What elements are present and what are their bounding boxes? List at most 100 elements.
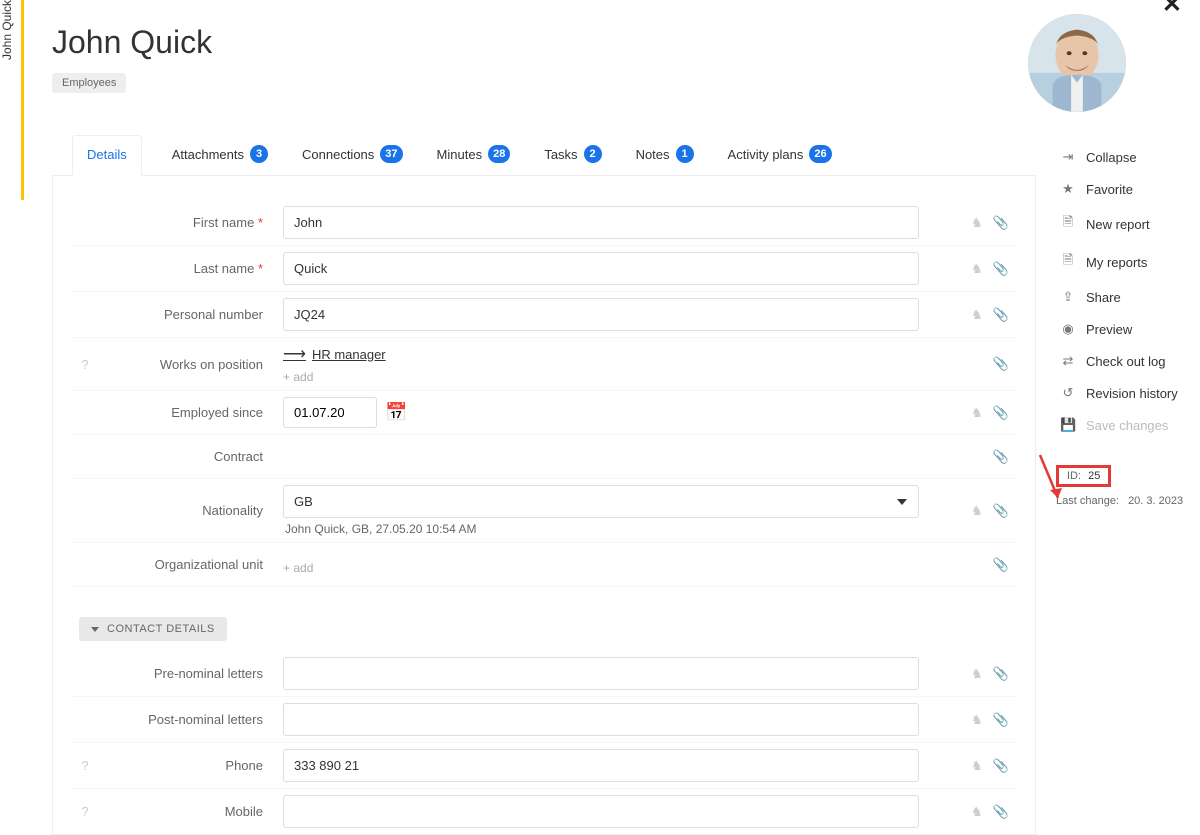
tab-badge: 2 bbox=[584, 145, 602, 163]
section-label: CONTACT DETAILS bbox=[107, 623, 215, 635]
section-contact-details[interactable]: CONTACT DETAILS bbox=[79, 617, 227, 641]
help-icon[interactable]: ? bbox=[73, 804, 97, 819]
tab-details[interactable]: Details bbox=[72, 135, 142, 176]
horse-icon[interactable]: ♞ bbox=[969, 307, 985, 323]
pre-nominal-input[interactable] bbox=[283, 657, 919, 690]
help-icon[interactable]: ? bbox=[73, 357, 97, 372]
details-form: First name * ♞ 📎 Last name * ♞ 📎 bbox=[52, 176, 1036, 835]
horse-icon[interactable]: ♞ bbox=[969, 405, 985, 421]
attachment-icon[interactable]: 📎 bbox=[993, 503, 1009, 519]
sidebar-favorite[interactable]: ★Favorite bbox=[1056, 173, 1196, 205]
sidebar-label: Collapse bbox=[1086, 150, 1137, 165]
tab-label: Details bbox=[87, 147, 127, 162]
tab-activity-plans[interactable]: Activity plans26 bbox=[724, 135, 836, 175]
eye-icon: ◉ bbox=[1060, 321, 1076, 337]
position-link[interactable]: ⟶HR manager bbox=[283, 344, 959, 364]
add-position-link[interactable]: + add bbox=[283, 370, 959, 384]
row-post-nominal: Post-nominal letters ♞ 📎 bbox=[73, 697, 1015, 743]
help-icon[interactable]: ? bbox=[73, 758, 97, 773]
add-org-link[interactable]: + add bbox=[283, 561, 959, 575]
sidebar-label: Share bbox=[1086, 290, 1121, 305]
horse-icon[interactable]: ♞ bbox=[969, 215, 985, 231]
tab-badge: 37 bbox=[380, 145, 402, 163]
field-label: Personal number bbox=[97, 307, 283, 322]
sidebar-checkout-log[interactable]: ⇄ Check out log bbox=[1056, 345, 1196, 377]
nationality-select[interactable] bbox=[283, 485, 919, 518]
sidebar-label: Favorite bbox=[1086, 182, 1133, 197]
attachment-icon[interactable]: 📎 bbox=[993, 356, 1009, 372]
post-nominal-input[interactable] bbox=[283, 703, 919, 736]
attachment-icon[interactable]: 📎 bbox=[993, 758, 1009, 774]
close-icon[interactable]: ✕ bbox=[1162, 0, 1182, 19]
chevron-down-icon bbox=[91, 627, 99, 632]
collapse-icon: ⇥ bbox=[1060, 149, 1076, 165]
tab-tasks[interactable]: Tasks2 bbox=[540, 135, 605, 175]
attachment-icon[interactable]: 📎 bbox=[993, 307, 1009, 323]
row-org-unit: Organizational unit + add 📎 bbox=[73, 543, 1015, 587]
id-display: ID: 25 bbox=[1056, 465, 1111, 487]
calendar-icon[interactable]: 📅 bbox=[385, 402, 407, 423]
share-icon: ⇪ bbox=[1060, 289, 1076, 305]
sidebar-label: New report bbox=[1086, 217, 1150, 232]
tab-attachments[interactable]: Attachments3 bbox=[168, 135, 272, 175]
vertical-tab[interactable]: John Quick bbox=[0, 0, 24, 200]
attachment-icon[interactable]: 📎 bbox=[993, 557, 1009, 573]
row-personal-number: Personal number ♞ 📎 bbox=[73, 292, 1015, 338]
field-label: First name * bbox=[97, 215, 283, 230]
sidebar-collapse[interactable]: ⇥ Collapse bbox=[1056, 141, 1196, 173]
nationality-hint: John Quick, GB, 27.05.20 10:54 AM bbox=[283, 522, 959, 536]
row-pre-nominal: Pre-nominal letters ♞ 📎 bbox=[73, 651, 1015, 697]
attachment-icon[interactable]: 📎 bbox=[993, 261, 1009, 277]
field-label: Phone bbox=[97, 758, 283, 773]
attachment-icon[interactable]: 📎 bbox=[993, 405, 1009, 421]
sidebar-label: My reports bbox=[1086, 255, 1147, 270]
attachment-icon[interactable]: 📎 bbox=[993, 449, 1009, 465]
phone-input[interactable] bbox=[283, 749, 919, 782]
sidebar-label: Check out log bbox=[1086, 354, 1166, 369]
horse-icon[interactable]: ♞ bbox=[969, 712, 985, 728]
sidebar-label: Revision history bbox=[1086, 386, 1178, 401]
horse-icon[interactable]: ♞ bbox=[969, 503, 985, 519]
first-name-input[interactable] bbox=[283, 206, 919, 239]
doc-add-icon: 🗎 bbox=[1060, 213, 1076, 235]
sidebar-share[interactable]: ⇪ Share bbox=[1056, 281, 1196, 313]
attachment-icon[interactable]: 📎 bbox=[993, 712, 1009, 728]
field-label: Mobile bbox=[97, 804, 283, 819]
horse-icon[interactable]: ♞ bbox=[969, 666, 985, 682]
tab-notes[interactable]: Notes 1 bbox=[632, 135, 698, 175]
last-name-input[interactable] bbox=[283, 252, 919, 285]
attachment-icon[interactable]: 📎 bbox=[993, 804, 1009, 820]
history-icon: ↺ bbox=[1060, 385, 1076, 401]
horse-icon[interactable]: ♞ bbox=[969, 261, 985, 277]
action-sidebar: ⇥ Collapse ★Favorite 🗎 New report 🗎My repo… bbox=[1036, 135, 1196, 835]
attachment-icon[interactable]: 📎 bbox=[993, 215, 1009, 231]
tab-badge: 26 bbox=[809, 145, 831, 163]
row-nationality: Nationality John Quick, GB, 27.05.20 10:… bbox=[73, 479, 1015, 543]
category-tag[interactable]: Employees bbox=[52, 73, 126, 93]
tab-badge: 3 bbox=[250, 145, 268, 163]
field-label: Post-nominal letters bbox=[97, 712, 283, 727]
field-label: Nationality bbox=[97, 503, 283, 518]
field-label: Pre-nominal letters bbox=[97, 666, 283, 681]
mobile-input[interactable] bbox=[283, 795, 919, 828]
employed-since-input[interactable] bbox=[283, 397, 377, 428]
id-label: ID: bbox=[1067, 470, 1081, 482]
tab-minutes[interactable]: Minutes28 bbox=[433, 135, 515, 175]
horse-icon[interactable]: ♞ bbox=[969, 804, 985, 820]
sidebar-revision-history[interactable]: ↺ Revision history bbox=[1056, 377, 1196, 409]
save-icon: 💾 bbox=[1060, 417, 1076, 433]
attachment-icon[interactable]: 📎 bbox=[993, 666, 1009, 682]
tab-badge: 1 bbox=[676, 145, 694, 163]
sidebar-my-reports[interactable]: 🗎My reports bbox=[1056, 243, 1196, 281]
log-icon: ⇄ bbox=[1060, 353, 1076, 369]
tab-label: Notes bbox=[636, 147, 670, 162]
tab-connections[interactable]: Connections37 bbox=[298, 135, 407, 175]
tabs-bar: Details Attachments3 Connections37 Minut… bbox=[52, 135, 1036, 176]
sidebar-new-report[interactable]: 🗎 New report bbox=[1056, 205, 1196, 243]
personal-number-input[interactable] bbox=[283, 298, 919, 331]
horse-icon[interactable]: ♞ bbox=[969, 758, 985, 774]
last-change-display: Last change: 20. 3. 2023 bbox=[1056, 495, 1196, 507]
row-contract: Contract 📎 bbox=[73, 435, 1015, 479]
sidebar-preview[interactable]: ◉Preview bbox=[1056, 313, 1196, 345]
tab-label: Minutes bbox=[437, 147, 483, 162]
